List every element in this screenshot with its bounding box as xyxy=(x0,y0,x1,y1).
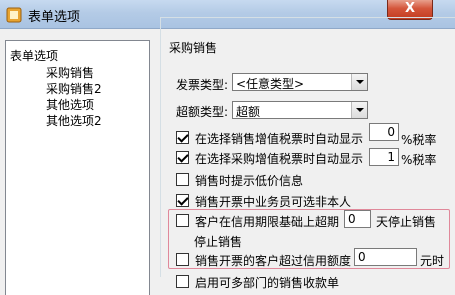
credit-limit-amount-input[interactable]: 0 xyxy=(354,248,417,266)
tree-item-other-2[interactable]: 其他选项2 xyxy=(46,112,102,129)
multi-dept-checkbox[interactable] xyxy=(176,275,189,288)
chevron-down-icon[interactable] xyxy=(351,74,367,90)
purchase-vat-label: 在选择采购增值税票时自动显示 xyxy=(195,152,364,166)
sales-vat-checkbox[interactable] xyxy=(176,131,189,144)
overdue-type-value: 超额 xyxy=(236,105,261,119)
sales-vat-suffix: %税率 xyxy=(401,133,437,147)
non-self-label: 销售开票中业务员可选非本人 xyxy=(195,195,352,209)
overdue-type-select[interactable]: 超额 xyxy=(232,101,368,119)
credit-limit-suffix: 元时 xyxy=(420,254,445,268)
tree-item-purchase-sales-2[interactable]: 采购销售2 xyxy=(46,80,102,97)
credit-period-suffix: 天停止销售 xyxy=(376,215,437,229)
invoice-type-value: <任意类型> xyxy=(236,77,305,91)
credit-limit-checkbox[interactable] xyxy=(176,253,189,266)
tree-item-purchase-sales[interactable]: 采购销售 xyxy=(46,64,94,81)
tree-item-root[interactable]: 表单选项 xyxy=(10,47,58,64)
tree-item-other[interactable]: 其他选项 xyxy=(46,96,94,113)
invoice-type-label: 发票类型: xyxy=(176,78,229,92)
chevron-down-icon[interactable] xyxy=(351,102,367,118)
overdue-type-label: 超额类型: xyxy=(176,105,229,119)
window-title: 表单选项 xyxy=(28,10,81,25)
window-icon xyxy=(6,7,22,23)
invoice-type-select[interactable]: <任意类型> xyxy=(232,73,368,91)
credit-period-label: 客户在信用期限基础上超期 xyxy=(195,215,340,229)
purchase-vat-suffix: %税率 xyxy=(401,153,437,167)
sales-vat-label: 在选择销售增值税票时自动显示 xyxy=(195,132,364,146)
group-title: 采购销售 xyxy=(166,39,221,56)
multi-dept-label: 启用可多部门的销售收款单 xyxy=(195,276,340,290)
purchase-vat-rate-input[interactable]: 1 xyxy=(369,148,399,166)
credit-period-wrap-text: 停止销售 xyxy=(194,235,243,249)
purchase-vat-checkbox[interactable] xyxy=(176,151,189,164)
credit-period-days-input[interactable]: 0 xyxy=(344,210,371,228)
non-self-checkbox[interactable] xyxy=(176,194,189,207)
credit-period-checkbox[interactable] xyxy=(176,214,189,227)
low-price-checkbox[interactable] xyxy=(176,173,189,186)
options-tree: 表单选项 采购销售 采购销售2 其他选项 其他选项2 xyxy=(5,40,150,295)
low-price-label: 销售时提示低价信息 xyxy=(195,174,304,188)
credit-limit-label: 销售开票的客户超过信用额度 xyxy=(195,254,352,268)
sales-vat-rate-input[interactable]: 0 xyxy=(369,123,399,141)
